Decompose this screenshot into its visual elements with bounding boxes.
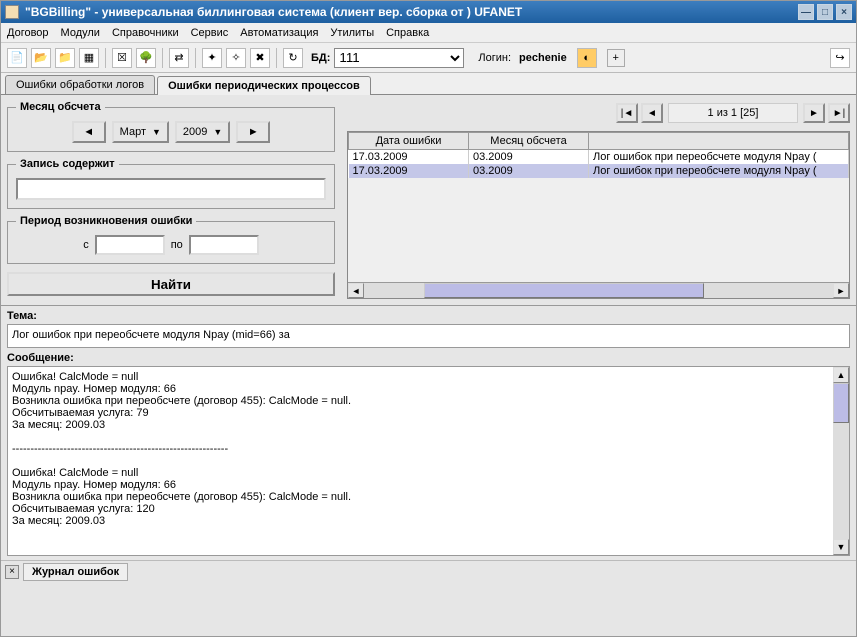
message-text[interactable]: Ошибка! CalcMode = null Модуль npay. Ном…	[8, 367, 833, 555]
page-prev-button[interactable]: ◄	[641, 103, 663, 123]
tab-log-errors[interactable]: Ошибки обработки логов	[5, 75, 155, 94]
login-label: Логин:	[478, 52, 511, 64]
filter-panel: Месяц обсчета ◄ Март 2009 ► Запись содер…	[1, 95, 341, 305]
tabs: Ошибки обработки логов Ошибки периодичес…	[1, 73, 856, 95]
page-last-button[interactable]: ►|	[828, 103, 850, 123]
app-icon	[5, 5, 19, 19]
menu-directories[interactable]: Справочники	[112, 27, 179, 39]
tool2-icon[interactable]: ✧	[226, 48, 246, 68]
login-value: pechenie	[519, 52, 567, 64]
add-button[interactable]: +	[607, 49, 625, 67]
status-close-button[interactable]: ×	[5, 565, 19, 579]
tab-periodic-errors[interactable]: Ошибки периодических процессов	[157, 76, 371, 95]
window-title: "BGBilling" - универсальная биллинговая …	[25, 5, 795, 19]
topic-label: Тема:	[7, 310, 850, 322]
separator	[276, 48, 277, 68]
status-tab[interactable]: Журнал ошибок	[23, 563, 128, 581]
vertical-scrollbar[interactable]: ▲ ▼	[833, 367, 849, 555]
open2-icon[interactable]: 📁	[55, 48, 75, 68]
scroll-up-icon[interactable]: ▲	[833, 367, 849, 383]
maximize-button[interactable]: □	[817, 4, 833, 20]
minimize-button[interactable]: —	[798, 4, 814, 20]
page-first-button[interactable]: |◄	[616, 103, 638, 123]
refresh-icon[interactable]: ↻	[283, 48, 303, 68]
to-input[interactable]	[189, 235, 259, 255]
period-legend: Период возникновения ошибки	[16, 215, 196, 227]
titlebar: "BGBilling" - универсальная биллинговая …	[1, 1, 856, 23]
tool1-icon[interactable]: ✦	[202, 48, 222, 68]
contains-input[interactable]	[16, 178, 326, 200]
db-select[interactable]: 111	[334, 48, 464, 68]
col-date[interactable]: Дата ошибки	[349, 133, 469, 150]
results-table: Дата ошибки Месяц обсчета 17.03.200903.2…	[347, 131, 850, 299]
month-fieldset: Месяц обсчета ◄ Март 2009 ►	[7, 101, 335, 152]
scroll-left-icon[interactable]: ◄	[348, 283, 364, 298]
next-month-button[interactable]: ►	[236, 121, 270, 143]
topic-value: Лог ошибок при переобсчете модуля Npay (…	[7, 324, 850, 348]
menu-automation[interactable]: Автоматизация	[240, 27, 318, 39]
new-icon[interactable]: 📄	[7, 48, 27, 68]
menu-contract[interactable]: Договор	[7, 27, 49, 39]
page-next-button[interactable]: ►	[803, 103, 825, 123]
separator	[195, 48, 196, 68]
exit-icon[interactable]: ↪	[830, 48, 850, 68]
statusbar: × Журнал ошибок	[1, 560, 856, 582]
month-select[interactable]: Март	[112, 121, 169, 143]
user-icon[interactable]: ◐	[577, 48, 597, 68]
separator	[162, 48, 163, 68]
scroll-thumb[interactable]	[833, 383, 849, 423]
toolbar: 📄 📂 📁 ▦ ☒ 🌳 ⇄ ✦ ✧ ✖ ↻ БД: 111 Логин: pec…	[1, 43, 856, 73]
menu-help[interactable]: Справка	[386, 27, 429, 39]
prev-month-button[interactable]: ◄	[72, 121, 106, 143]
delete-icon[interactable]: ☒	[112, 48, 132, 68]
contains-legend: Запись содержит	[16, 158, 119, 170]
to-label: по	[171, 239, 183, 251]
month-legend: Месяц обсчета	[16, 101, 105, 113]
find-button[interactable]: Найти	[7, 272, 335, 296]
link-icon[interactable]: ⇄	[169, 48, 189, 68]
separator	[105, 48, 106, 68]
table-header-row: Дата ошибки Месяц обсчета	[349, 133, 849, 150]
menubar: Договор Модули Справочники Сервис Автома…	[1, 23, 856, 43]
from-input[interactable]	[95, 235, 165, 255]
table-row[interactable]: 17.03.200903.2009Лог ошибок при переобсч…	[349, 164, 849, 178]
open-icon[interactable]: 📂	[31, 48, 51, 68]
menu-utilities[interactable]: Утилиты	[330, 27, 374, 39]
horizontal-scrollbar[interactable]: ◄ ►	[348, 282, 849, 298]
col-subject[interactable]	[589, 133, 849, 150]
menu-service[interactable]: Сервис	[191, 27, 229, 39]
menu-modules[interactable]: Модули	[61, 27, 100, 39]
tree-icon[interactable]: 🌳	[136, 48, 156, 68]
scroll-down-icon[interactable]: ▼	[833, 539, 849, 555]
pager: |◄ ◄ 1 из 1 [25] ► ►|	[347, 101, 850, 125]
period-fieldset: Период возникновения ошибки с по	[7, 215, 335, 264]
year-select[interactable]: 2009	[175, 121, 230, 143]
results-panel: |◄ ◄ 1 из 1 [25] ► ►| Дата ошибки Месяц …	[341, 95, 856, 305]
scroll-right-icon[interactable]: ►	[833, 283, 849, 298]
scroll-thumb[interactable]	[424, 283, 704, 298]
from-label: с	[83, 239, 89, 251]
tool3-icon[interactable]: ✖	[250, 48, 270, 68]
detail-panel: Тема: Лог ошибок при переобсчете модуля …	[1, 305, 856, 560]
table-row[interactable]: 17.03.200903.2009Лог ошибок при переобсч…	[349, 150, 849, 165]
close-button[interactable]: ×	[836, 4, 852, 20]
db-label: БД:	[311, 52, 330, 64]
table-icon[interactable]: ▦	[79, 48, 99, 68]
message-label: Сообщение:	[7, 352, 850, 364]
contains-fieldset: Запись содержит	[7, 158, 335, 209]
page-indicator: 1 из 1 [25]	[668, 103, 798, 123]
col-month[interactable]: Месяц обсчета	[469, 133, 589, 150]
